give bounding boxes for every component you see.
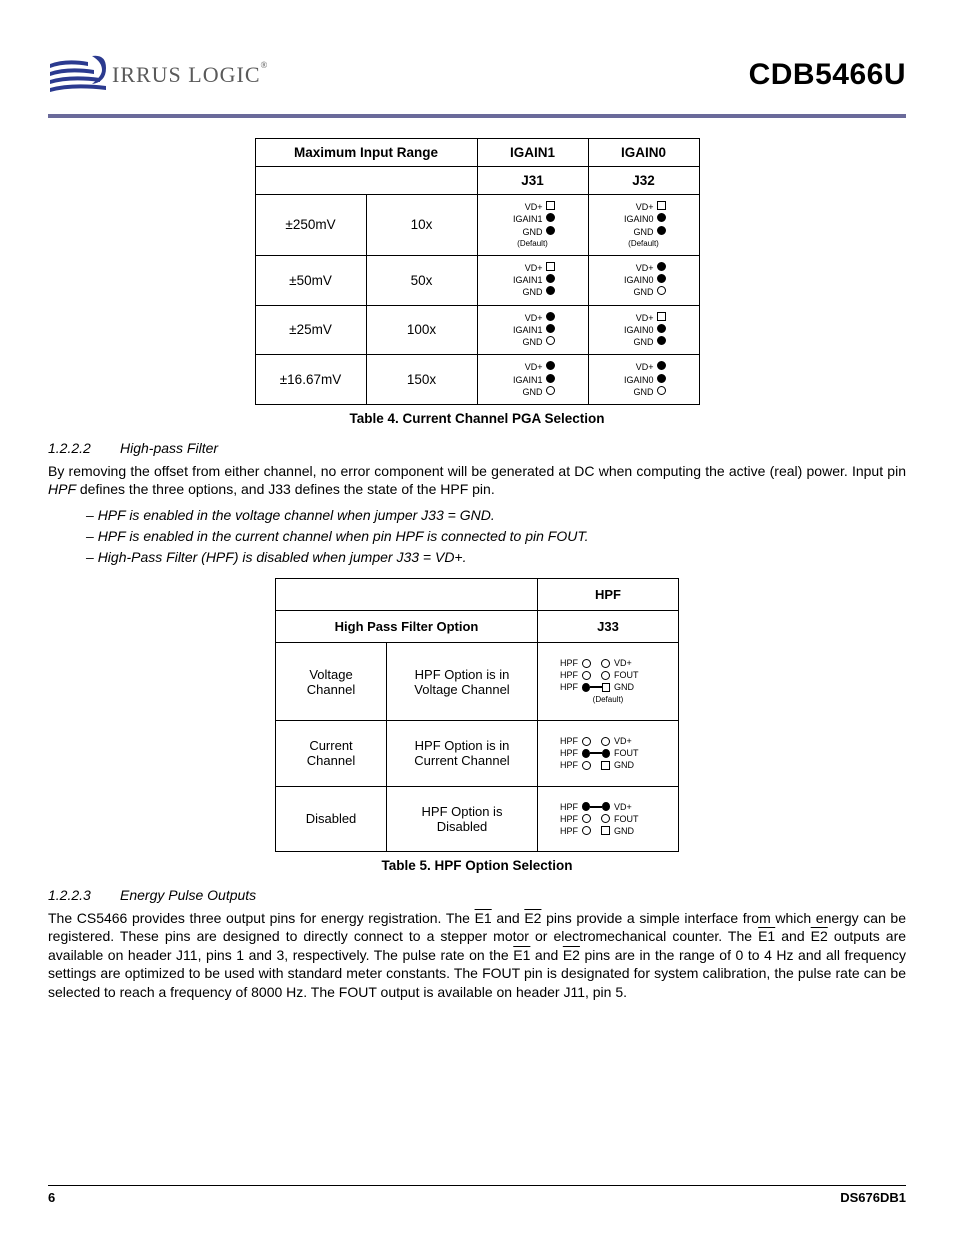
t4-sub-blank (255, 167, 477, 195)
t4-range: ±50mV (255, 255, 366, 305)
table-4-caption: Table 4. Current Channel PGA Selection (48, 411, 906, 426)
doc-id: DS676DB1 (840, 1190, 906, 1205)
bullet-item: HPF is enabled in the current channel wh… (86, 526, 906, 547)
t5-col3: HPF VD+HPFFOUTHPF GND (538, 721, 679, 786)
t4-sub-j32: J32 (588, 167, 699, 195)
logo-text: IRRUS LOGIC® (112, 62, 268, 88)
t4-j32: VD+IGAIN0GND (588, 355, 699, 405)
t4-gain: 150x (366, 355, 477, 405)
page-footer: 6 DS676DB1 (48, 1185, 906, 1205)
t5-col1: VoltageChannel (276, 642, 387, 720)
t5-col2: HPF Option is in Current Channel (387, 721, 538, 786)
t4-hdr-mir: Maximum Input Range (255, 139, 477, 167)
t5-hdr-j33: J33 (538, 610, 679, 642)
t4-range: ±250mV (255, 195, 366, 256)
t4-j32: VD+IGAIN0GND (588, 305, 699, 355)
bullet-item: HPF is enabled in the voltage channel wh… (86, 505, 906, 526)
logo-mark-icon (48, 54, 108, 96)
sec-1223-para: The CS5466 provides three output pins fo… (48, 909, 906, 1001)
sec-1222-para: By removing the offset from either chann… (48, 462, 906, 499)
t4-j32: VD+IGAIN0GND(Default) (588, 195, 699, 256)
t4-range: ±16.67mV (255, 355, 366, 405)
table-5-caption: Table 5. HPF Option Selection (48, 858, 906, 873)
sec-1222-bullets: HPF is enabled in the voltage channel wh… (86, 505, 906, 568)
header-rule (48, 114, 906, 118)
table-5-hpf-selection: HPF High Pass Filter Option J33 VoltageC… (275, 578, 679, 852)
page-header: IRRUS LOGIC® CDB5466U (48, 40, 906, 110)
t4-sub-j31: J31 (477, 167, 588, 195)
t5-hdr-hpf: HPF (538, 578, 679, 610)
t4-j31: VD+IGAIN1GND (477, 305, 588, 355)
t4-gain: 100x (366, 305, 477, 355)
t5-hdr-option: High Pass Filter Option (276, 610, 538, 642)
t5-col1: CurrentChannel (276, 721, 387, 786)
section-1-2-2-2-heading: 1.2.2.2High-pass Filter (48, 440, 906, 456)
bullet-item: High-Pass Filter (HPF) is disabled when … (86, 547, 906, 568)
t5-col2: HPF Option is Disabled (387, 786, 538, 851)
t4-j31: VD+IGAIN1GND(Default) (477, 195, 588, 256)
t5-col3: HPF VD+HPF FOUTHPFGND(Default) (538, 642, 679, 720)
t4-hdr-igain0: IGAIN0 (588, 139, 699, 167)
table-4-pga-selection: Maximum Input Range IGAIN1 IGAIN0 J31 J3… (255, 138, 700, 405)
company-logo: IRRUS LOGIC® (48, 54, 268, 96)
t5-col3: HPFVD+HPF FOUTHPF GND (538, 786, 679, 851)
t5-col2: HPF Option is in Voltage Channel (387, 642, 538, 720)
t4-j32: VD+IGAIN0GND (588, 255, 699, 305)
part-number: CDB5466U (749, 58, 906, 92)
section-1-2-2-3-heading: 1.2.2.3Energy Pulse Outputs (48, 887, 906, 903)
t4-gain: 50x (366, 255, 477, 305)
page-number: 6 (48, 1190, 55, 1205)
t4-hdr-igain1: IGAIN1 (477, 139, 588, 167)
t4-j31: VD+IGAIN1GND (477, 255, 588, 305)
t4-gain: 10x (366, 195, 477, 256)
t4-j31: VD+IGAIN1GND (477, 355, 588, 405)
t4-range: ±25mV (255, 305, 366, 355)
t5-col1: Disabled (276, 786, 387, 851)
